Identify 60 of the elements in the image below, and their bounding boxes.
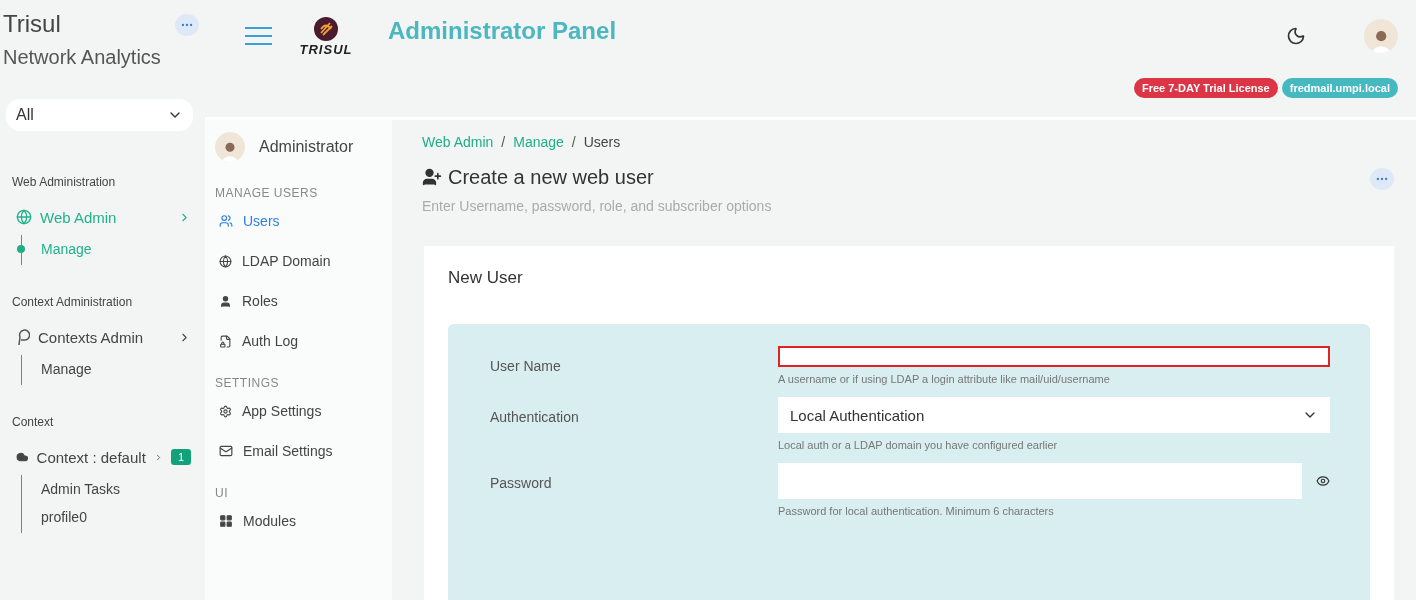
breadcrumb-current: Users xyxy=(583,134,621,150)
user-name: Administrator xyxy=(259,138,354,156)
group-heading: SETTINGS xyxy=(215,376,280,390)
user-plus-icon xyxy=(422,167,442,187)
envelope-icon xyxy=(219,444,233,458)
users-icon xyxy=(219,214,233,228)
grid-icon xyxy=(219,514,233,528)
authentication-select[interactable]: Local Authentication xyxy=(778,397,1330,433)
field-label: User Name xyxy=(490,357,562,376)
field-hint: Password for local authentication. Minimum 6 characters xyxy=(778,505,1055,517)
lock-icon xyxy=(219,334,232,348)
field-label: Password xyxy=(490,474,553,493)
submenu-item[interactable]: LDAP Domain xyxy=(215,250,382,272)
globe-icon xyxy=(16,209,32,225)
username-field[interactable] xyxy=(778,346,1330,367)
moon-icon[interactable] xyxy=(1286,26,1306,46)
logo-text: TRISUL xyxy=(299,41,353,57)
field-label: Authentication xyxy=(490,408,580,427)
context-select[interactable]: All xyxy=(6,99,193,131)
submenu-item[interactable]: Roles xyxy=(215,290,382,312)
header-badge: Free 7-DAY Trial License xyxy=(1133,78,1278,98)
header-badge: fredmail.umpi.local xyxy=(1281,78,1398,98)
eye-icon[interactable] xyxy=(1316,474,1330,488)
app-title: Administrator Panel xyxy=(388,17,618,45)
avatar xyxy=(215,132,245,162)
group-heading: UI xyxy=(215,486,229,500)
nav-item[interactable]: Contexts Admin xyxy=(0,325,205,349)
section-heading: Web Administration xyxy=(11,175,117,189)
field-hint: A username or if using LDAP a login attribute like mail/uid/username xyxy=(778,373,1111,385)
nav-subitem[interactable]: profile0 xyxy=(17,509,205,525)
avatar[interactable] xyxy=(1364,19,1398,53)
brand-subtitle: Network Analytics xyxy=(2,45,162,69)
submenu-item[interactable]: Modules xyxy=(215,510,382,532)
more-button[interactable] xyxy=(175,14,199,36)
field-hint: Local auth or a LDAP domain you have configured earlier xyxy=(778,439,1059,451)
group-heading: MANAGE USERS xyxy=(215,186,319,200)
more-button[interactable] xyxy=(1370,168,1394,190)
nav-subitem[interactable]: Manage xyxy=(17,361,205,377)
submenu-item[interactable]: Auth Log xyxy=(215,330,382,352)
page-title: Create a new web user xyxy=(448,165,654,189)
card-title: New User xyxy=(448,268,524,288)
menu-button[interactable] xyxy=(245,27,272,45)
nav-subitem[interactable]: Admin Tasks xyxy=(17,481,205,497)
user-icon xyxy=(219,294,232,308)
submenu-item[interactable]: Users xyxy=(215,210,382,232)
page-subtitle: Enter Username, password, role, and subscriber options xyxy=(422,198,773,214)
settings-icon xyxy=(219,404,232,418)
submenu-item[interactable]: App Settings xyxy=(215,400,382,422)
section-heading: Context Administration xyxy=(11,295,134,309)
count-badge: 1 xyxy=(170,449,191,465)
brand-title: Trisul xyxy=(3,10,61,38)
breadcrumb-separator: / xyxy=(571,134,576,150)
breadcrumb-separator: / xyxy=(501,134,506,150)
section-heading: Context xyxy=(11,415,55,429)
nav-item[interactable]: Context : default 1 xyxy=(0,445,205,469)
password-field[interactable] xyxy=(778,463,1302,499)
globe-icon xyxy=(219,254,232,268)
logo-icon xyxy=(313,15,339,42)
submenu-item[interactable]: Email Settings xyxy=(215,440,382,462)
p-shape-icon xyxy=(16,328,30,346)
